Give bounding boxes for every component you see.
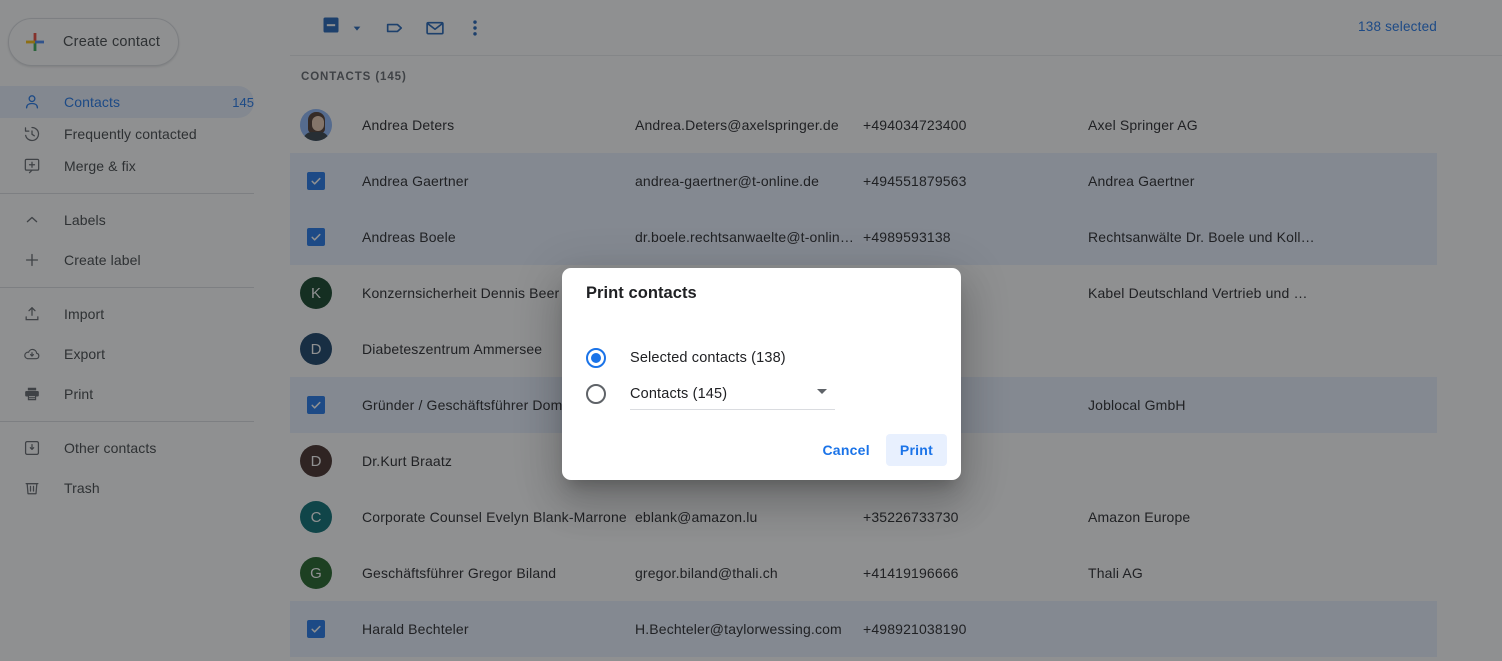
radio-button-unselected[interactable] — [586, 384, 606, 404]
print-scope-radio-group: Selected contacts (138) Contacts (145) — [586, 340, 835, 412]
radio-button-selected[interactable] — [586, 348, 606, 368]
select-value: Contacts (145) — [630, 385, 728, 402]
contacts-scope-select[interactable]: Contacts (145) — [630, 378, 835, 410]
cancel-button[interactable]: Cancel — [808, 434, 883, 466]
dialog-title: Print contacts — [586, 284, 697, 302]
dialog-actions: Cancel Print — [808, 434, 947, 466]
chevron-down-icon[interactable] — [817, 389, 827, 394]
radio-option-selected-contacts[interactable]: Selected contacts (138) — [586, 340, 835, 376]
print-contacts-dialog: Print contacts Selected contacts (138) C… — [562, 268, 961, 480]
print-button[interactable]: Print — [885, 434, 947, 466]
radio-option-all-contacts[interactable]: Contacts (145) — [586, 376, 835, 412]
contacts-app: Create contact Contacts 145 — [0, 0, 1502, 661]
radio-label: Selected contacts (138) — [630, 350, 786, 366]
